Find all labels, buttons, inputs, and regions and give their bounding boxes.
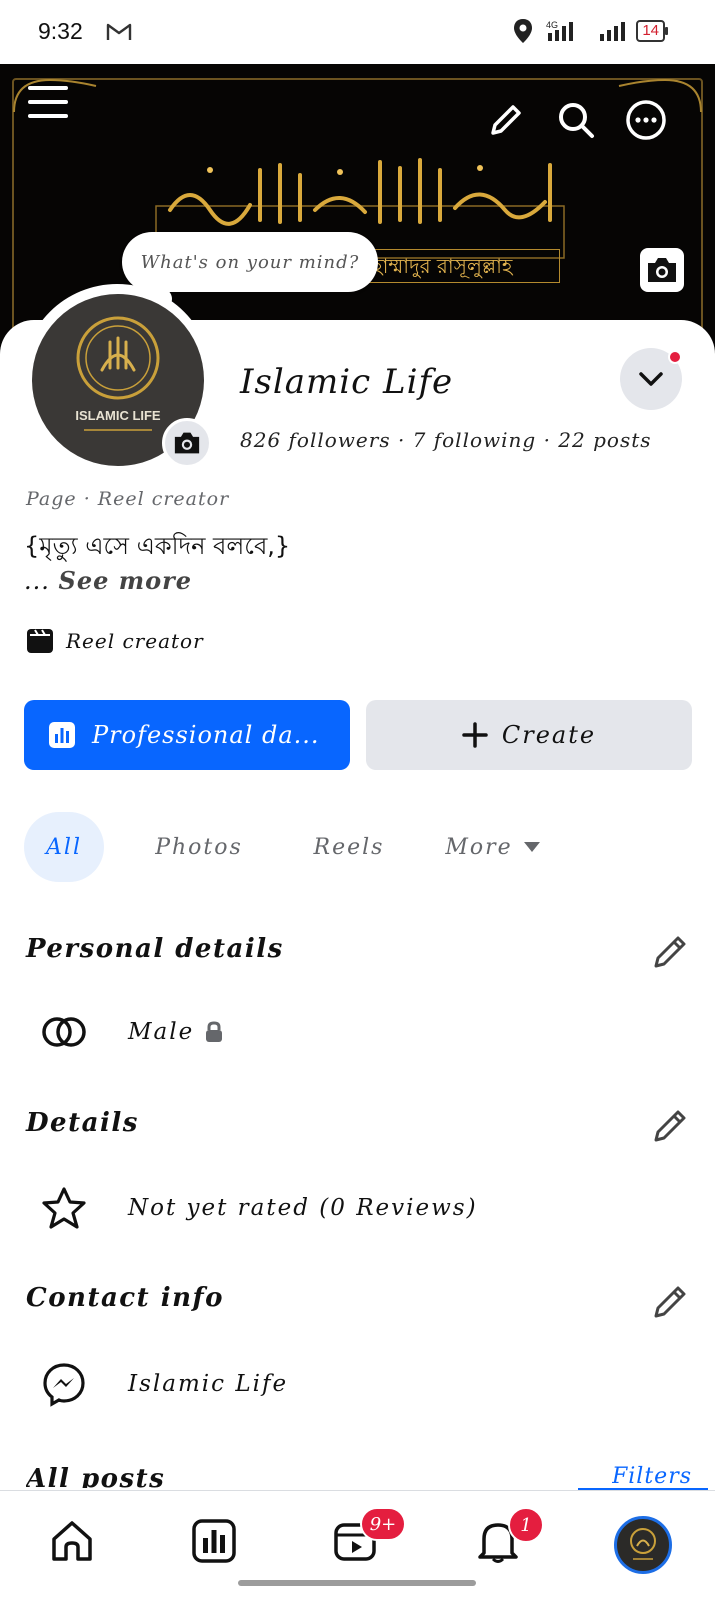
contact-info-title: Contact info <box>26 1283 224 1313</box>
search-icon[interactable] <box>554 98 598 142</box>
gender-value: Male <box>128 1019 195 1045</box>
edit-details-icon[interactable] <box>650 1106 690 1146</box>
professional-dashboard-button[interactable]: Professional da... <box>24 700 350 770</box>
plus-icon <box>462 722 488 748</box>
lock-icon <box>206 1021 223 1042</box>
details-title: Details <box>26 1108 139 1138</box>
pencil-icon[interactable] <box>484 98 528 142</box>
gmail-icon <box>106 23 132 40</box>
svg-text:ISLAMIC LIFE: ISLAMIC LIFE <box>75 408 161 423</box>
page-name: Islamic Life <box>240 362 454 402</box>
page-stats[interactable]: 826 followers · 7 following · 22 posts <box>240 428 652 452</box>
cover-camera-icon[interactable] <box>640 248 684 292</box>
star-icon <box>40 1184 88 1232</box>
page-bio: {মৃত্যু এসে একদিন বলবে,} <box>24 532 291 560</box>
dashboard-icon <box>192 1519 236 1563</box>
tab-more[interactable]: More <box>428 812 558 882</box>
tab-reels[interactable]: Reels <box>294 812 404 882</box>
messenger-row[interactable]: Islamic Life <box>40 1360 288 1408</box>
create-label: Create <box>501 721 597 749</box>
filters-link[interactable]: Filters <box>612 1464 692 1486</box>
nav-dashboard[interactable] <box>184 1511 244 1571</box>
clapperboard-icon <box>27 629 53 653</box>
svg-text:4G: 4G <box>546 20 558 30</box>
messenger-value: Islamic Life <box>128 1371 289 1397</box>
tab-more-label: More <box>445 834 513 860</box>
notification-badge: 1 <box>508 1507 544 1543</box>
caret-down-icon <box>523 842 540 852</box>
ellipsis: ... <box>24 567 50 595</box>
create-button[interactable]: Create <box>366 700 692 770</box>
see-more-link[interactable]: ... See more <box>24 566 192 595</box>
status-time: 9:32 <box>38 18 83 44</box>
tab-all[interactable]: All <box>24 812 104 882</box>
signal-4g-icon: 4G <box>546 20 574 41</box>
tab-photos[interactable]: Photos <box>134 812 264 882</box>
reel-creator-row: Reel creator <box>26 628 204 654</box>
status-icons: 4G 14 <box>512 18 668 44</box>
more-icon[interactable] <box>624 98 668 142</box>
messenger-icon <box>40 1360 88 1408</box>
professional-label: Professional da... <box>92 721 320 749</box>
all-posts-title: All posts <box>26 1464 166 1488</box>
signal-icon <box>600 22 626 41</box>
cover-bangla-caption: মুহাম্মাদুর রাসূলুল্লাহ <box>350 249 560 283</box>
profile-tabs: All Photos Reels More <box>24 812 694 882</box>
islamic-life-logo <box>630 1528 656 1560</box>
rating-row: Not yet rated (0 Reviews) <box>40 1184 478 1232</box>
edit-personal-details-icon[interactable] <box>650 932 690 972</box>
gender-icon <box>40 1008 88 1056</box>
page-category: Page · Reel creator <box>26 488 230 510</box>
menu-icon[interactable] <box>26 80 70 124</box>
status-bar: 9:32 4G 14 <box>0 0 715 64</box>
home-icon <box>52 1521 92 1561</box>
nav-profile-avatar[interactable] <box>614 1516 672 1574</box>
location-icon <box>514 19 533 43</box>
edit-contact-info-icon[interactable] <box>650 1282 690 1322</box>
battery-indicator: 14 <box>636 20 668 42</box>
see-more-label: See more <box>58 566 193 595</box>
system-home-indicator[interactable] <box>238 1580 476 1586</box>
whats-on-your-mind-bubble[interactable]: What's on your mind? <box>122 232 378 292</box>
dashboard-icon <box>49 722 75 748</box>
nav-home[interactable] <box>42 1511 102 1571</box>
gender-row: Male <box>40 1008 224 1056</box>
chevron-down-icon <box>639 372 663 386</box>
personal-details-title: Personal details <box>26 934 284 964</box>
video-badge: 9+ <box>360 1507 406 1541</box>
notification-dot <box>668 350 682 364</box>
reel-creator-label: Reel creator <box>66 629 204 653</box>
rating-value: Not yet rated (0 Reviews) <box>128 1195 478 1221</box>
avatar-camera-icon[interactable] <box>162 418 212 468</box>
